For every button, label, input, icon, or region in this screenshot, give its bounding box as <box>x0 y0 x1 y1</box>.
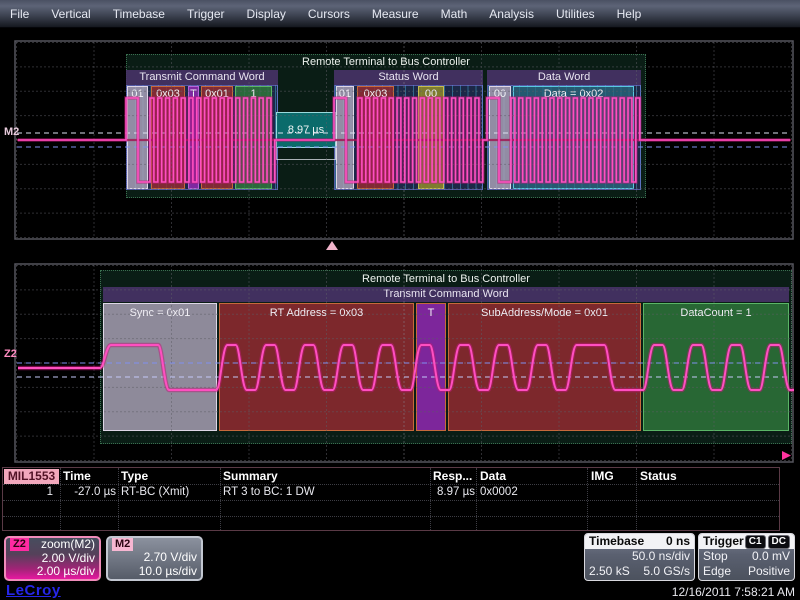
table-row[interactable]: 1 -27.0 µs RT-BC (Xmit) RT 3 to BC: 1 DW… <box>3 485 779 500</box>
trigger-kind: Edge <box>703 564 731 579</box>
table-divider <box>3 516 779 517</box>
upper-data-word-banner: Data Word <box>487 70 641 85</box>
field-lower-rtaddr: RT Address = 0x03 <box>219 303 414 431</box>
menu-help[interactable]: Help <box>617 7 642 21</box>
col-header-summary: Summary <box>223 469 278 484</box>
timebase-samples: 2.50 kS <box>589 564 630 579</box>
field-cmd-datacount: 1 <box>235 86 272 189</box>
col-header-data: Data <box>480 469 506 484</box>
table-divider <box>3 500 779 501</box>
m2-vdiv: 2.70 V/div <box>144 551 197 565</box>
mil1553-source-badge[interactable]: MIL1553 <box>4 469 59 484</box>
field-status-flags: 00 <box>418 86 444 189</box>
cell-time: -27.0 µs <box>63 485 116 499</box>
field-data-sync: 00 <box>489 86 511 189</box>
datetime-readout: 12/16/2011 7:58:21 AM <box>672 585 795 599</box>
z2-trace-descriptor[interactable]: Z2 zoom(M2) 2.00 V/div 2.00 µs/div <box>4 536 101 581</box>
field-lower-datacount: DataCount = 1 <box>643 303 789 431</box>
upper-cmd-word-banner: Transmit Command Word <box>126 70 278 85</box>
field-cmd-tr: T <box>188 86 199 189</box>
field-lower-subaddr: SubAddress/Mode = 0x01 <box>448 303 641 431</box>
trigger-source-chip: C1 <box>745 535 766 549</box>
trigger-label: Trigger <box>703 534 744 549</box>
cell-type: RT-BC (Xmit) <box>121 485 189 499</box>
menu-display[interactable]: Display <box>247 7 286 21</box>
lower-word-banner: Transmit Command Word <box>103 287 789 302</box>
menu-timebase[interactable]: Timebase <box>113 7 165 21</box>
trigger-slope: Positive <box>748 564 790 579</box>
field-lower-sync: Sync = 0x01 <box>103 303 217 431</box>
trigger-position-marker[interactable] <box>326 241 338 250</box>
m2-tdiv: 10.0 µs/div <box>139 565 197 579</box>
col-header-resp: Resp... <box>433 469 472 484</box>
upper-decode-banner: Remote Terminal to Bus Controller <box>127 55 645 70</box>
upper-status-word-banner: Status Word <box>334 70 483 85</box>
col-header-img: IMG <box>591 469 614 484</box>
z2-tdiv: 2.00 µs/div <box>37 565 95 579</box>
response-gap-label: 8.97 µs <box>276 112 336 148</box>
timebase-offset: 0 ns <box>666 534 690 549</box>
z2-vdiv: 2.00 V/div <box>42 552 95 566</box>
oscilloscope-screen: File Vertical Timebase Trigger Display C… <box>0 0 800 600</box>
timebase-rate: 5.0 GS/s <box>643 564 690 579</box>
menu-utilities[interactable]: Utilities <box>556 7 595 21</box>
field-cmd-subaddr: 0x01 <box>201 86 233 189</box>
menu-analysis[interactable]: Analysis <box>489 7 534 21</box>
menu-bar: File Vertical Timebase Trigger Display C… <box>0 0 800 28</box>
timebase-tdiv: 50.0 ns/div <box>632 549 690 564</box>
field-cmd-sync: 01 <box>127 86 148 189</box>
field-lower-tr: T <box>416 303 446 431</box>
col-header-time: Time <box>63 469 91 484</box>
menu-trigger[interactable]: Trigger <box>187 7 225 21</box>
z2-source: zoom(M2) <box>41 538 95 552</box>
timebase-panel[interactable]: Timebase 0 ns 50.0 ns/div 2.50 kS 5.0 GS… <box>584 533 695 581</box>
trigger-coupling-chip: DC <box>768 535 790 549</box>
menu-vertical[interactable]: Vertical <box>51 7 90 21</box>
trace-label-z2[interactable]: Z2 <box>4 348 17 360</box>
z2-badge: Z2 <box>10 538 29 551</box>
menu-file[interactable]: File <box>10 7 29 21</box>
trigger-mode: Stop <box>703 549 728 564</box>
m2-badge: M2 <box>112 538 133 551</box>
timebase-label: Timebase <box>589 534 644 549</box>
trigger-panel[interactable]: Trigger C1 DC Stop 0.0 mV Edge Positive <box>698 533 795 581</box>
cell-index: 1 <box>3 485 53 499</box>
menu-math[interactable]: Math <box>441 7 468 21</box>
lower-decode-banner: Remote Terminal to Bus Controller <box>101 271 791 287</box>
decode-table: MIL1553 Time Type Summary Resp... Data I… <box>2 467 780 531</box>
trigger-level: 0.0 mV <box>752 549 790 564</box>
cell-resp: 8.97 µs <box>432 485 475 499</box>
field-status-rtaddr: 0x03 <box>357 86 394 189</box>
col-header-status: Status <box>640 469 677 484</box>
lecroy-logo: LeCroy <box>6 582 61 599</box>
field-status-sync: 01 <box>336 86 354 189</box>
cell-summary: RT 3 to BC: 1 DW <box>223 485 315 499</box>
menu-cursors[interactable]: Cursors <box>308 7 350 21</box>
field-cmd-rtaddr: 0x03 <box>151 86 185 189</box>
trace-label-m2[interactable]: M2 <box>4 126 19 138</box>
menu-measure[interactable]: Measure <box>372 7 419 21</box>
col-header-type: Type <box>121 469 148 484</box>
field-data-value: Data = 0x02 <box>513 86 634 189</box>
cell-data: 0x0002 <box>480 485 518 499</box>
m2-trace-descriptor[interactable]: M2 2.70 V/div 10.0 µs/div <box>106 536 203 581</box>
